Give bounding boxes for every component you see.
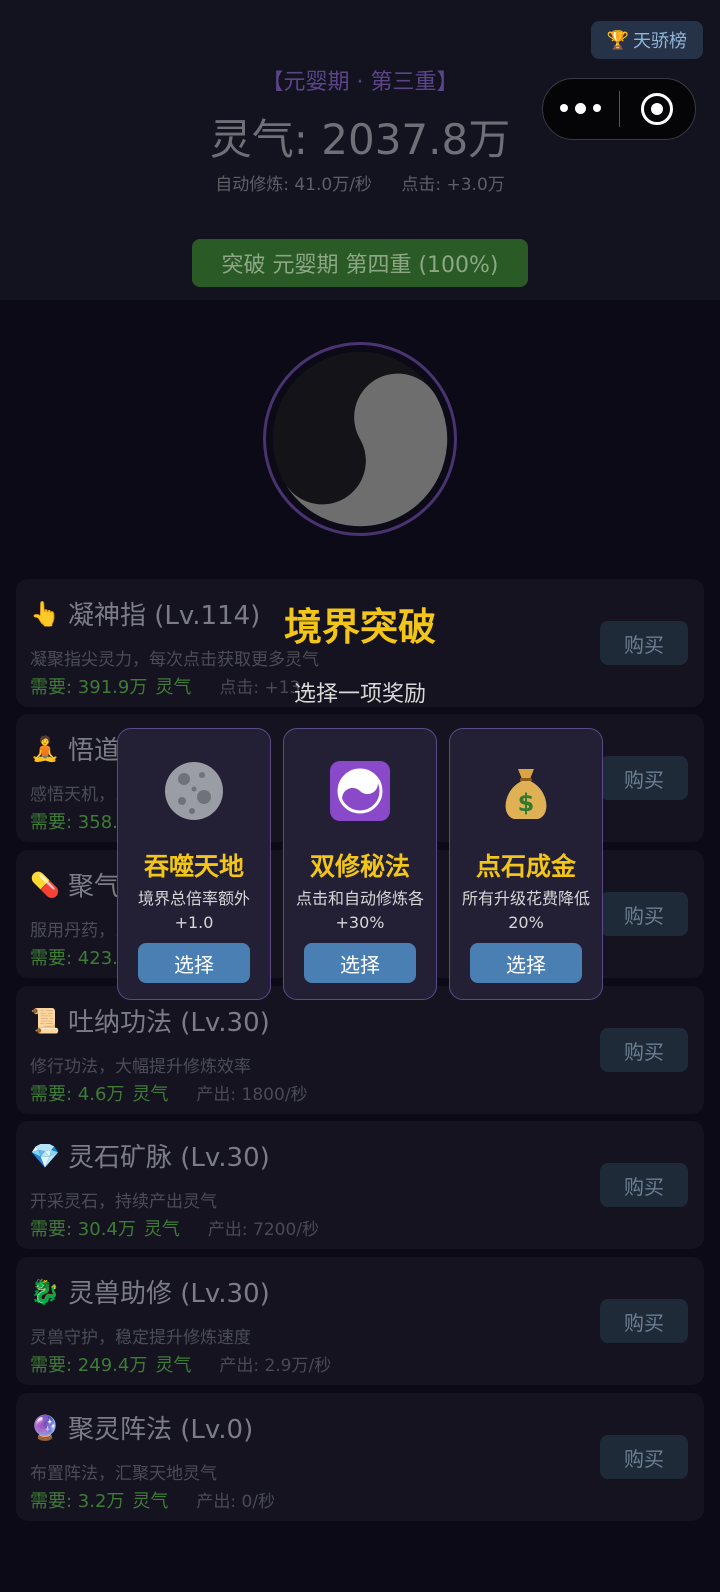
status-header: 🏆 天骄榜 【元婴期 · 第三重】 灵气: 2037.8万 自动修炼: 41.0… bbox=[0, 0, 720, 300]
breakthrough-button[interactable]: 突破 元婴期 第四重 (100%) bbox=[192, 239, 528, 287]
upgrade-item: 🔮 聚灵阵法 (Lv.0) 布置阵法，汇聚天地灵气 需要: 3.2万 灵气 产出: 0… bbox=[16, 1393, 704, 1521]
upgrade-item: 🐉 灵兽助修 (Lv.30) 灵兽守护，稳定提升修炼速度 需要: 249.4万 灵气… bbox=[16, 1257, 704, 1385]
reward-card[interactable]: $ 点石成金 所有升级花费降低20% 选择 bbox=[449, 728, 603, 1000]
upgrade-title: 灵兽助修 (Lv.30) bbox=[68, 1279, 270, 1309]
buy-button[interactable]: 购买 bbox=[600, 1299, 688, 1343]
upgrade-cost: 需要: 249.4万 灵气 产出: 2.9万/秒 bbox=[30, 1355, 332, 1376]
buy-button[interactable]: 购买 bbox=[600, 756, 688, 800]
reward-desc: 境界总倍率额外+1.0 bbox=[137, 889, 250, 932]
upgrade-cost: 需要: 30.4万 灵气 产出: 7200/秒 bbox=[30, 1219, 319, 1240]
reward-desc: 点击和自动修炼各+30% bbox=[296, 889, 425, 932]
buy-button[interactable]: 购买 bbox=[600, 892, 688, 936]
upgrade-item: 📜 吐纳功法 (Lv.30) 修行功法，大幅提升修炼效率 需要: 4.6万 灵气 产出… bbox=[16, 986, 704, 1114]
upgrade-cost: 需要: 4.6万 灵气 产出: 1800/秒 bbox=[30, 1084, 308, 1105]
money-bag-icon: $ bbox=[450, 759, 602, 823]
scroll-icon: 📜 bbox=[30, 1006, 60, 1035]
upgrade-effect: 产出: 0/秒 bbox=[196, 1492, 276, 1512]
auto-rate: 自动修炼: 41.0万/秒 bbox=[215, 175, 372, 195]
meditation-icon: 🧘 bbox=[30, 734, 60, 763]
buy-button[interactable]: 购买 bbox=[600, 1435, 688, 1479]
upgrade-effect: 产出: 7200/秒 bbox=[207, 1220, 319, 1240]
gem-icon: 💎 bbox=[30, 1141, 60, 1170]
moon-icon bbox=[118, 759, 270, 823]
reward-name: 双修秘法 bbox=[309, 852, 410, 881]
select-button[interactable]: 选择 bbox=[138, 943, 250, 983]
qi-total: 灵气: 2037.8万 bbox=[209, 115, 511, 164]
yin-yang-icon bbox=[272, 351, 448, 527]
trophy-icon: 🏆 bbox=[606, 29, 629, 51]
crystal-ball-icon: 🔮 bbox=[30, 1413, 60, 1442]
upgrade-title: 吐纳功法 (Lv.30) bbox=[68, 1008, 270, 1038]
svg-text:$: $ bbox=[518, 789, 535, 817]
upgrade-desc: 修行功法，大幅提升修炼效率 bbox=[30, 1057, 251, 1077]
upgrade-effect: 产出: 2.9万/秒 bbox=[219, 1356, 332, 1376]
upgrade-desc: 开采灵石，持续产出灵气 bbox=[30, 1192, 217, 1212]
modal-title: 境界突破 bbox=[283, 605, 436, 649]
upgrade-effect: 产出: 1800/秒 bbox=[196, 1085, 308, 1105]
upgrade-cost: 需要: 3.2万 灵气 产出: 0/秒 bbox=[30, 1491, 276, 1512]
yin-yang-icon bbox=[284, 759, 436, 823]
taiji-click-target[interactable] bbox=[263, 342, 457, 536]
pill-icon: 💊 bbox=[30, 870, 60, 899]
modal-subtitle: 选择一项奖励 bbox=[293, 682, 426, 707]
dragon-icon: 🐉 bbox=[30, 1277, 60, 1306]
reward-card[interactable]: 双修秘法 点击和自动修炼各+30% 选择 bbox=[283, 728, 437, 1000]
select-button[interactable]: 选择 bbox=[470, 943, 582, 983]
buy-button[interactable]: 购买 bbox=[600, 1028, 688, 1072]
upgrade-item: 💎 灵石矿脉 (Lv.30) 开采灵石，持续产出灵气 需要: 30.4万 灵气 产出:… bbox=[16, 1121, 704, 1249]
reward-card[interactable]: 吞噬天地 境界总倍率额外+1.0 选择 bbox=[117, 728, 271, 1000]
upgrade-title: 灵石矿脉 (Lv.30) bbox=[68, 1143, 270, 1173]
reward-name: 吞噬天地 bbox=[143, 852, 244, 881]
rate-stats: 自动修炼: 41.0万/秒 点击: +3.0万 bbox=[0, 170, 720, 195]
upgrade-title: 聚灵阵法 (Lv.0) bbox=[68, 1415, 254, 1445]
reward-desc: 所有升级花费降低20% bbox=[462, 889, 591, 932]
leaderboard-button[interactable]: 🏆 天骄榜 bbox=[590, 21, 703, 59]
upgrade-desc: 布置阵法，汇聚天地灵气 bbox=[30, 1464, 217, 1484]
click-rate: 点击: +3.0万 bbox=[401, 175, 505, 195]
select-button[interactable]: 选择 bbox=[304, 943, 416, 983]
buy-button[interactable]: 购买 bbox=[600, 1163, 688, 1207]
upgrade-desc: 灵兽守护，稳定提升修炼速度 bbox=[30, 1328, 251, 1348]
leaderboard-label: 天骄榜 bbox=[633, 31, 687, 52]
realm-label: 【元婴期 · 第三重】 bbox=[261, 70, 459, 95]
reward-name: 点石成金 bbox=[475, 852, 576, 881]
